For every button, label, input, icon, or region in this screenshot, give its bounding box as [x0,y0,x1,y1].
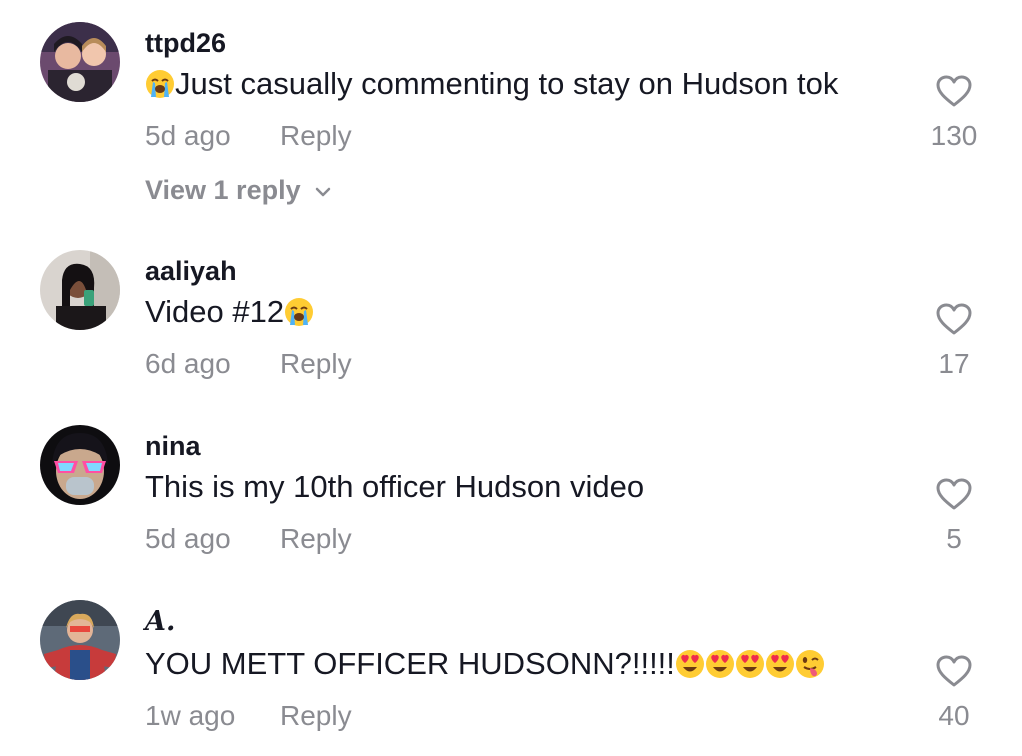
like-count: 40 [938,700,970,731]
comment-item: 𝑨. YOU METT OFFICER HUDSONN?!!!!! 1w ago… [0,580,1022,756]
comment-username[interactable]: ttpd26 [145,28,226,59]
reply-button[interactable]: Reply [280,348,352,380]
reply-button[interactable]: Reply [280,120,352,152]
comment-text: Video #12 [145,294,314,330]
comment-text-content: This is my 10th officer Hudson video [145,469,645,504]
comment-username[interactable]: 𝑨. [145,606,175,637]
heart-outline-icon [936,655,972,687]
heart-outline-icon [936,478,972,510]
comment-text-content: Just casually commenting to stay on Huds… [175,66,839,101]
comment-text: YOU METT OFFICER HUDSONN?!!!!! [145,646,825,682]
like-button[interactable]: 17 [924,302,984,379]
like-count: 5 [946,523,962,554]
reply-button[interactable]: Reply [280,523,352,555]
avatar[interactable] [40,425,120,505]
chevron-down-icon [313,175,333,206]
comment-text-content: YOU METT OFFICER HUDSONN?!!!!! [145,646,675,681]
comment-item: aaliyah Video #12 6d ago Reply 17 [0,230,1022,405]
comment-username[interactable]: aaliyah [145,256,237,287]
like-button[interactable]: 40 [924,654,984,731]
like-count: 17 [938,348,970,379]
comment-item: nina This is my 10th officer Hudson vide… [0,405,1022,580]
winking-tongue-face-icon [795,649,825,679]
comment-timestamp: 5d ago [145,523,231,554]
comment-timestamp: 1w ago [145,700,236,731]
avatar[interactable] [40,600,120,680]
reply-button[interactable]: Reply [280,700,352,732]
comment-text: Just casually commenting to stay on Huds… [145,66,838,102]
loudly-crying-face-icon [284,297,314,327]
comment-username[interactable]: nina [145,431,201,462]
view-replies-button[interactable]: View 1 reply [145,175,333,206]
comment-text-content: Video #12 [145,294,285,329]
like-count: 130 [930,120,978,151]
avatar[interactable] [40,250,120,330]
heart-outline-icon [936,303,972,335]
comment-item: ttpd26 Just casually commenting to stay … [0,0,1022,230]
heart-eyes-face-icon [675,649,705,679]
avatar[interactable] [40,22,120,102]
heart-outline-icon [936,75,972,107]
comment-text: This is my 10th officer Hudson video [145,469,644,505]
heart-eyes-face-icon [735,649,765,679]
comment-timestamp: 6d ago [145,348,231,379]
loudly-crying-face-icon [145,69,175,99]
like-button[interactable]: 5 [924,477,984,554]
view-replies-label: View 1 reply [145,175,301,205]
comment-timestamp: 5d ago [145,120,231,151]
heart-eyes-face-icon [765,649,795,679]
like-button[interactable]: 130 [924,74,984,151]
heart-eyes-face-icon [705,649,735,679]
